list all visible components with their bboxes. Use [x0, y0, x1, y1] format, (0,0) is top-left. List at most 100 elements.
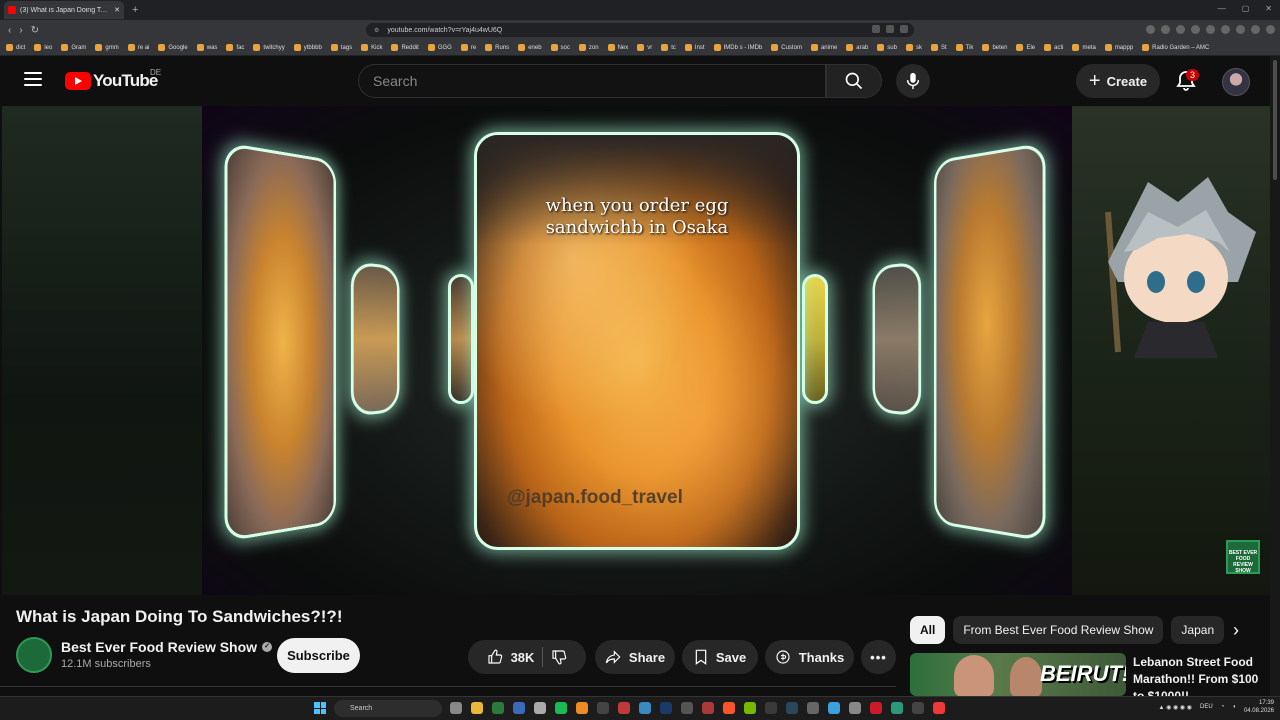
close-window-icon[interactable]: ✕ [1265, 4, 1272, 13]
search-input[interactable]: Search [358, 64, 826, 98]
app-icon[interactable] [912, 702, 924, 714]
more-actions-button[interactable]: ••• [861, 640, 896, 674]
thanks-button[interactable]: Thanks [765, 640, 854, 674]
start-icon[interactable] [314, 702, 326, 714]
bookmark-item[interactable]: fac [226, 44, 244, 51]
bookmark-item[interactable]: Runs [485, 44, 509, 51]
taskbar-search[interactable]: Search [334, 700, 442, 717]
brave-icon[interactable] [723, 702, 735, 714]
bookmark-item[interactable]: arab [846, 44, 868, 51]
bookmark-item[interactable]: Kick [361, 44, 382, 51]
zoom-icon[interactable] [872, 25, 880, 33]
extension-icon[interactable] [1236, 25, 1245, 34]
bookmark-item[interactable]: tc [661, 44, 676, 51]
app-icon[interactable] [828, 702, 840, 714]
folder-icon[interactable] [471, 702, 483, 714]
tab-close-icon[interactable]: ✕ [114, 6, 120, 14]
new-tab-button[interactable]: + [132, 4, 138, 16]
bookmark-item[interactable]: Tik [956, 44, 974, 51]
wifi-icon[interactable]: ◔ [1221, 704, 1225, 710]
bookmark-item[interactable]: anime [811, 44, 837, 51]
voice-search-button[interactable] [896, 64, 930, 98]
recommended-thumbnail[interactable]: BEIRUT! [910, 653, 1126, 696]
language-indicator[interactable]: DEU [1200, 704, 1213, 710]
bookmark-item[interactable]: Google [158, 44, 187, 51]
app-icon[interactable] [450, 702, 462, 714]
bookmark-item[interactable]: acti [1044, 44, 1063, 51]
app-icon[interactable] [681, 702, 693, 714]
extension-icon[interactable] [1161, 25, 1170, 34]
minimize-icon[interactable]: — [1218, 4, 1226, 13]
bookmark-item[interactable]: Custom [771, 44, 802, 51]
save-button[interactable]: Save [682, 640, 758, 674]
app-icon[interactable] [639, 702, 651, 714]
bookmark-item[interactable]: Radio Garden – AMC [1142, 44, 1209, 51]
extension-icon[interactable] [1251, 25, 1260, 34]
chips-next-icon[interactable]: › [1226, 618, 1246, 642]
create-button[interactable]: + Create [1076, 64, 1160, 98]
recommended-title[interactable]: Lebanon Street Food Marathon!! From $100… [1133, 654, 1263, 696]
app-icon[interactable] [765, 702, 777, 714]
bookmark-item[interactable]: Inst [685, 44, 705, 51]
brave-shield-icon[interactable] [900, 25, 908, 33]
bookmark-item[interactable]: twitchyy [253, 44, 284, 51]
bookmark-item[interactable]: eneb [518, 44, 541, 51]
bookmark-item[interactable]: sub [877, 44, 897, 51]
app-icon[interactable] [618, 702, 630, 714]
app-icon[interactable] [513, 702, 525, 714]
bookmark-item[interactable]: re ai [128, 44, 150, 51]
app-icon[interactable] [702, 702, 714, 714]
bookmark-item[interactable]: beten [982, 44, 1007, 51]
address-bar[interactable]: ⚙ youtube.com/watch?v=rYaj4u4wU6Q [366, 23, 914, 37]
video-frame[interactable]: when you order egg sandwichb in Osaka @j… [202, 106, 1072, 595]
channel-name[interactable]: Best Ever Food Review Show ✓ [61, 639, 272, 655]
bookmark-item[interactable]: St [931, 44, 947, 51]
bookmark-item[interactable]: Ele [1016, 44, 1035, 51]
bookmark-item[interactable]: tags [331, 44, 352, 51]
bookmark-item[interactable]: GGG [428, 44, 452, 51]
page-scrollbar[interactable] [1270, 56, 1280, 696]
extension-icon[interactable] [1206, 25, 1215, 34]
bookmark-item[interactable]: Gram [61, 44, 86, 51]
account-avatar[interactable] [1222, 68, 1250, 96]
nvidia-icon[interactable] [744, 702, 756, 714]
vlc-icon[interactable] [576, 702, 588, 714]
app-icon[interactable] [492, 702, 504, 714]
back-icon[interactable]: ‹ [8, 25, 11, 36]
bookmark-item[interactable]: was [197, 44, 218, 51]
bookmark-item[interactable]: IMDb s - IMDb [714, 44, 763, 51]
youtube-logo[interactable]: YouTube DE [65, 71, 158, 91]
bookmark-item[interactable]: dict [6, 44, 25, 51]
cast-icon[interactable] [886, 25, 894, 33]
thumbs-down-icon[interactable] [551, 649, 567, 665]
bookmark-item[interactable]: ytbbbb [294, 44, 322, 51]
extension-icon[interactable] [1266, 25, 1275, 34]
volume-icon[interactable]: ◖ [1232, 704, 1236, 710]
bookmark-item[interactable]: zon [579, 44, 599, 51]
like-button[interactable]: 38K [487, 649, 535, 665]
extension-icon[interactable] [1176, 25, 1185, 34]
forward-icon[interactable]: › [19, 25, 22, 36]
search-button[interactable] [826, 64, 882, 98]
app-icon[interactable] [807, 702, 819, 714]
share-button[interactable]: Share [595, 640, 675, 674]
extension-icon[interactable] [1191, 25, 1200, 34]
channel-watermark[interactable]: BEST EVER FOOD REVIEW SHOW [1226, 540, 1260, 574]
app-icon[interactable] [534, 702, 546, 714]
video-player[interactable]: when you order egg sandwichb in Osaka @j… [2, 106, 1270, 595]
app-icon[interactable] [891, 702, 903, 714]
extension-icon[interactable] [1221, 25, 1230, 34]
extension-icon[interactable] [1146, 25, 1155, 34]
app-icon[interactable] [597, 702, 609, 714]
app-icon[interactable] [849, 702, 861, 714]
spotify-icon[interactable] [555, 702, 567, 714]
filter-chip[interactable]: All [910, 616, 945, 644]
channel-avatar[interactable] [16, 637, 52, 673]
filter-chip[interactable]: Japan [1171, 616, 1224, 644]
bookmark-item[interactable]: meta [1072, 44, 1095, 51]
bookmark-item[interactable]: mappp [1105, 44, 1133, 51]
subscribe-button[interactable]: Subscribe [277, 638, 360, 673]
tab-youtube[interactable]: (3) What is Japan Doing To Sandwiches?!?… [4, 1, 124, 19]
bookmark-item[interactable]: Nex [608, 44, 629, 51]
bookmark-item[interactable]: re [461, 44, 476, 51]
